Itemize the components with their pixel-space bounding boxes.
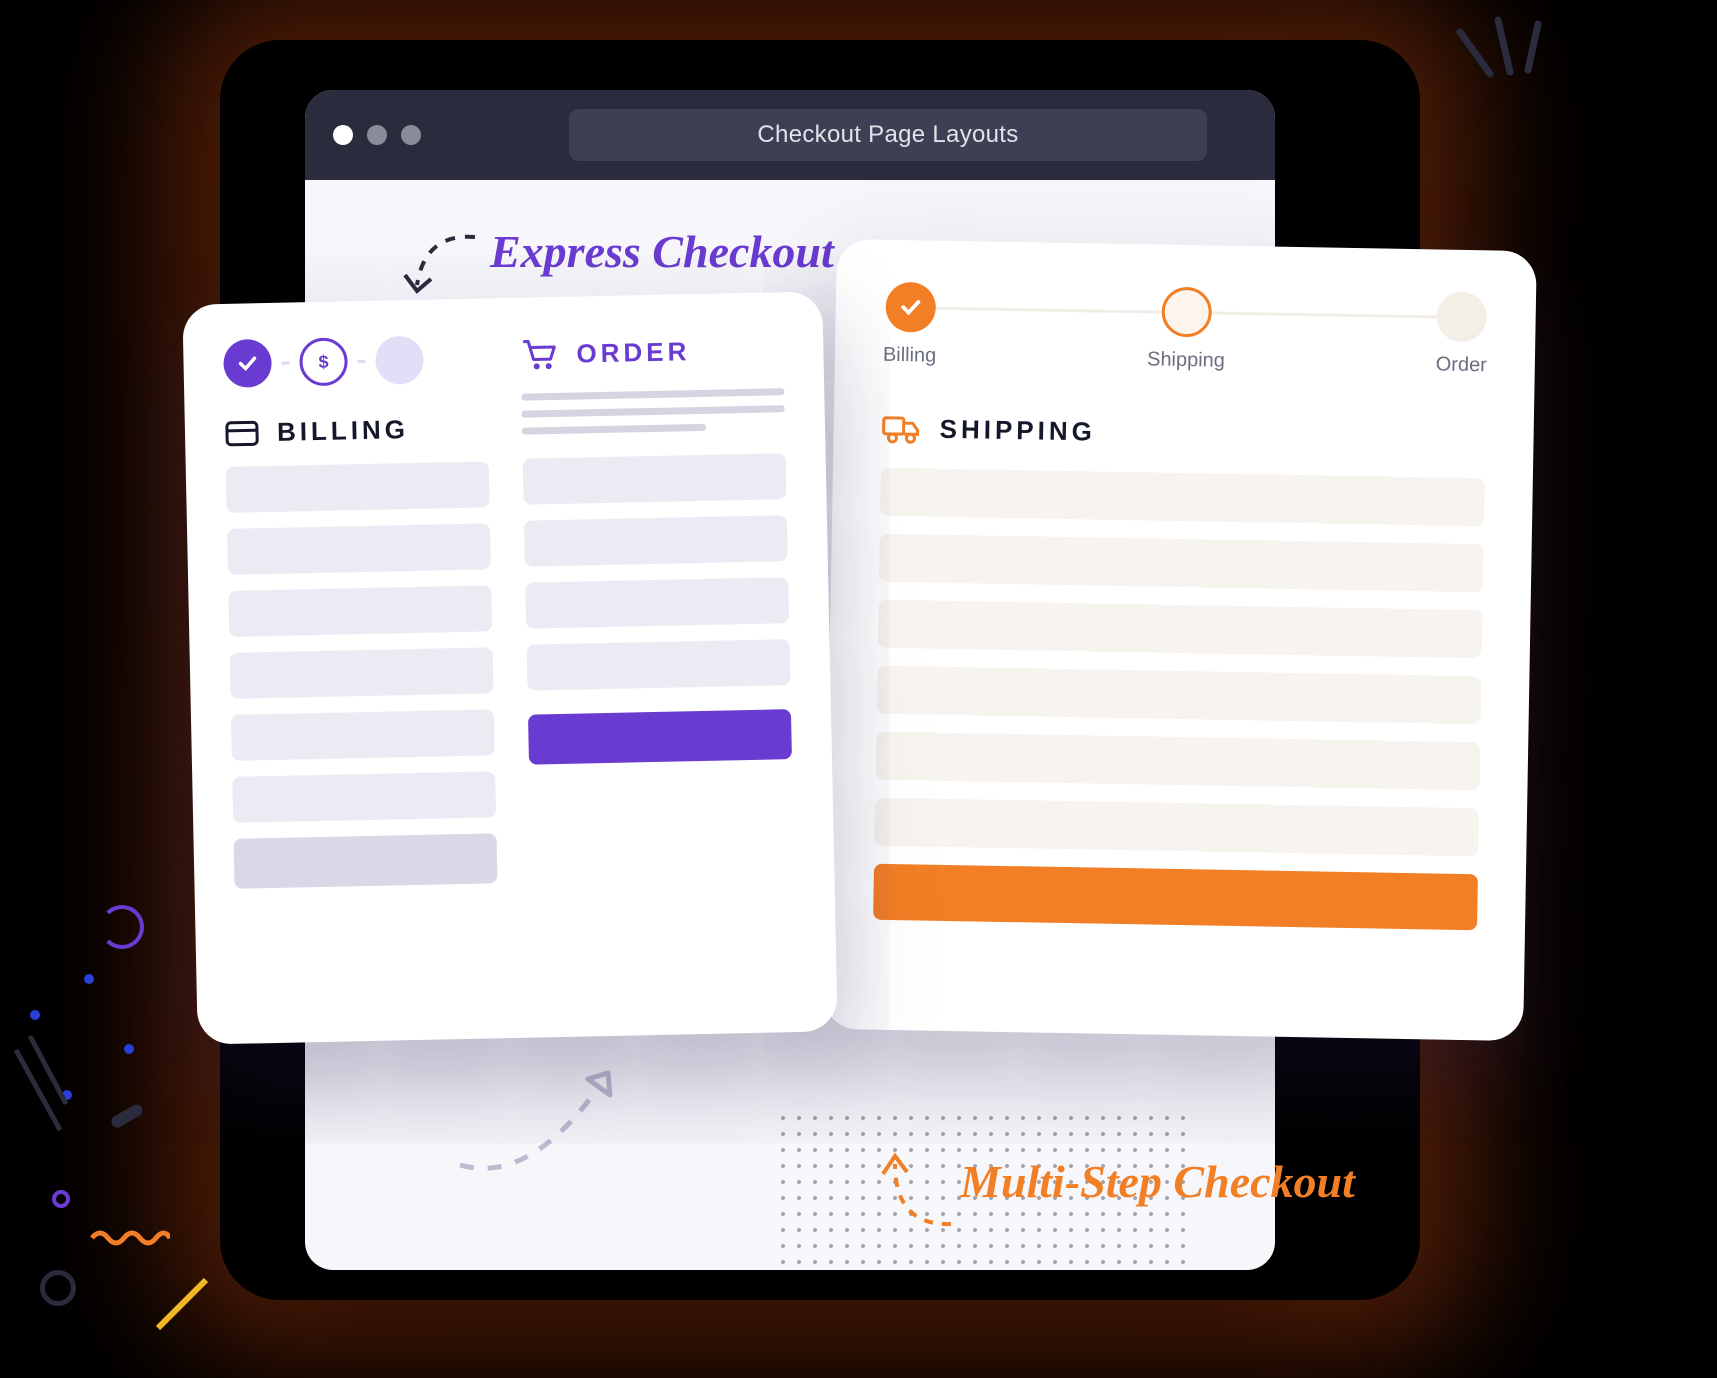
step-current[interactable]: $ (299, 337, 348, 386)
express-checkout-card: $ BILLING ORDER (182, 291, 837, 1044)
progress-stepper: Billing Shipping Order (883, 282, 1488, 378)
shipping-title: SHIPPING (939, 414, 1096, 448)
step-billing[interactable]: Billing (883, 282, 938, 368)
cart-icon (520, 337, 559, 372)
text-line (521, 388, 784, 401)
text-line (522, 405, 785, 418)
diagonal-doodle (154, 1276, 210, 1332)
dollar-icon: $ (312, 351, 334, 373)
billing-heading: BILLING (225, 412, 489, 449)
input-field[interactable] (226, 461, 490, 512)
dot-doodle (124, 1044, 134, 1054)
input-field[interactable] (230, 647, 494, 698)
titlebar: Checkout Page Layouts (305, 90, 1275, 180)
ring-doodle (40, 1270, 76, 1306)
step-label: Shipping (1147, 348, 1225, 372)
step-complete[interactable] (223, 339, 272, 388)
billing-title: BILLING (277, 414, 410, 448)
truck-icon (881, 413, 922, 444)
step-shipping[interactable]: Shipping (1147, 286, 1226, 372)
title-field: Checkout Page Layouts (569, 109, 1207, 161)
window-dot[interactable] (401, 125, 421, 145)
input-field[interactable] (232, 771, 496, 822)
input-field[interactable] (879, 534, 1484, 593)
page-title: Checkout Page Layouts (757, 121, 1018, 149)
wavy-doodle (90, 1228, 170, 1248)
input-field[interactable] (880, 468, 1485, 527)
lines-doodle (10, 1030, 70, 1150)
shipping-heading: SHIPPING (881, 413, 1485, 455)
step-pending[interactable] (375, 336, 424, 385)
traffic-lights (333, 125, 421, 145)
order-column: ORDER (520, 328, 797, 1001)
input-field[interactable] (228, 585, 492, 636)
order-item (523, 453, 787, 504)
express-checkout-label: Express Checkout (490, 225, 834, 278)
arrow-icon (865, 1146, 965, 1236)
bar-doodle (109, 1102, 144, 1129)
input-field[interactable] (877, 666, 1482, 725)
step-label: Order (1435, 353, 1487, 377)
dot-doodle (30, 1010, 40, 1020)
spark-doodle (1450, 14, 1560, 104)
circle-doodle (52, 1190, 70, 1208)
spiral-doodle (100, 905, 144, 949)
order-title: ORDER (576, 336, 691, 369)
window-dot[interactable] (367, 125, 387, 145)
dot-doodle (84, 974, 94, 984)
window-dot[interactable] (333, 125, 353, 145)
order-item (527, 639, 791, 690)
step-label: Billing (883, 344, 937, 368)
input-field[interactable] (876, 732, 1481, 791)
progress-stepper: $ (223, 334, 487, 387)
checkout-button[interactable] (528, 709, 792, 764)
billing-column: $ BILLING (223, 334, 500, 1007)
checkmark-icon (235, 351, 259, 375)
checkmark-icon (897, 294, 923, 320)
text-line (522, 424, 706, 435)
svg-text:$: $ (318, 352, 328, 372)
input-field[interactable] (231, 709, 495, 760)
step-order[interactable]: Order (1435, 291, 1488, 377)
order-item (524, 515, 788, 566)
multistep-checkout-label: Multi-Step Checkout (960, 1155, 1355, 1208)
multistep-checkout-card: Billing Shipping Order SHIPPING (823, 239, 1537, 1041)
input-field[interactable] (227, 523, 491, 574)
arrow-icon (450, 1055, 650, 1195)
input-field[interactable] (234, 833, 498, 888)
input-field[interactable] (874, 798, 1479, 857)
order-item (525, 577, 789, 628)
credit-card-icon (225, 420, 260, 447)
continue-button[interactable] (873, 864, 1478, 931)
input-field[interactable] (878, 600, 1483, 659)
